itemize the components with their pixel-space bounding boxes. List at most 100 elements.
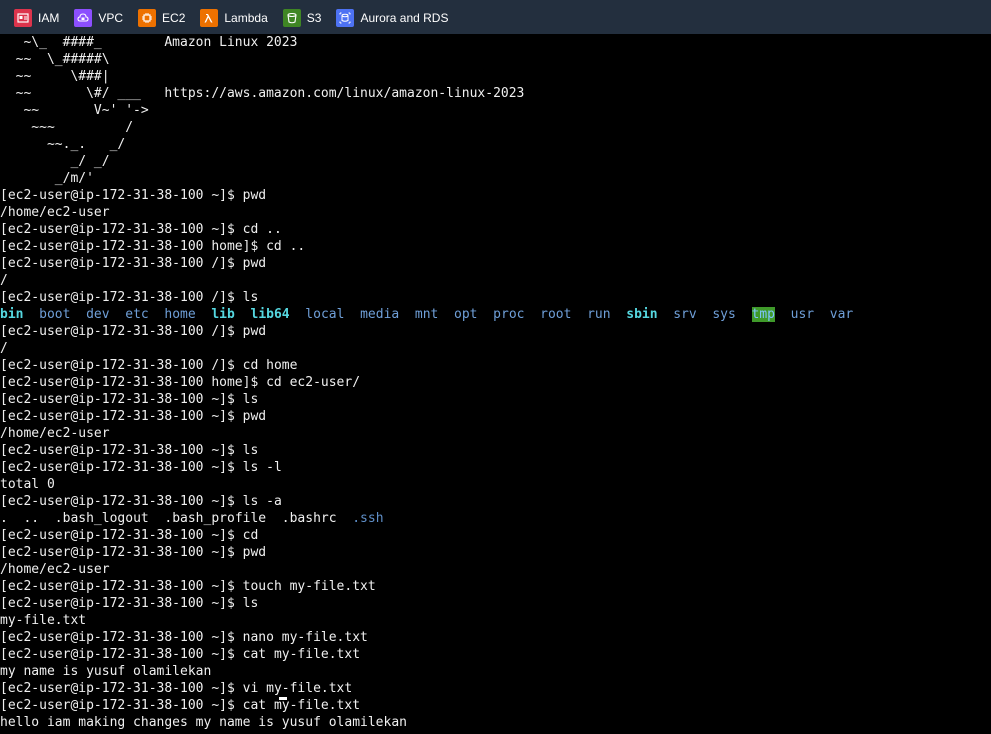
shell-prompt: [ec2-user@ip-172-31-38-100 ~]$ [0,460,243,475]
file-entry: .bashrc [281,511,337,526]
command-text: ls [242,290,259,305]
directory-entry-dev: dev [86,307,110,322]
banner-text: ~\_ ####_ Amazon Linux 2023 [0,35,298,50]
favorite-label: VPC [98,11,124,25]
command-line: [ec2-user@ip-172-31-38-100 ~]$ touch my-… [0,578,376,595]
favorite-label: IAM [38,11,60,25]
banner-text: ~~~ / [0,120,134,135]
command-text: ls -a [242,494,282,509]
output-text: my-file.txt [0,613,87,628]
directory-entry-proc: proc [493,307,525,322]
motd-banner-line: ~~._. _/ [0,136,125,153]
favorite-aurora-rds[interactable]: Aurora and RDS [336,9,448,27]
file-entry: .bash_logout [54,511,149,526]
command-text: pwd [242,324,267,339]
ls-output-line: . .. .bash_logout .bash_profile .bashrc … [0,510,384,527]
command-text: touch my-file.txt [242,579,376,594]
favorite-lambda[interactable]: Lambda [200,9,268,27]
directory-entry-etc: etc [125,307,149,322]
command-text: cd .. [266,239,306,254]
output-text: hello iam making changes my name is yusu… [0,715,407,730]
banner-text: ~~ \###| [0,69,110,84]
iam-icon [14,9,32,27]
command-text: ls [242,596,259,611]
output-text: /home/ec2-user [0,562,110,577]
directory-entry-srv: srv [673,307,697,322]
favorite-ec2[interactable]: EC2 [138,9,185,27]
shell-prompt: [ec2-user@ip-172-31-38-100 /]$ [0,290,243,305]
favorite-label: Lambda [224,11,268,25]
directory-entry-bin: bin [0,307,24,322]
favorite-s3[interactable]: S3 [282,9,321,27]
shell-prompt: [ec2-user@ip-172-31-38-100 ~]$ [0,409,243,424]
command-text: cd ec2-user/ [266,375,361,390]
file-entry: .ssh [352,511,384,526]
command-text: ls -l [242,460,282,475]
shell-prompt: [ec2-user@ip-172-31-38-100 ~]$ [0,647,243,662]
motd-banner-line: ~~ \###| [0,68,110,85]
s3-icon [282,9,301,27]
shell-prompt: [ec2-user@ip-172-31-38-100 ~]$ [0,579,243,594]
command-line: [ec2-user@ip-172-31-38-100 /]$ cd home [0,357,297,374]
shell-prompt: [ec2-user@ip-172-31-38-100 ~]$ [0,596,243,611]
directory-entry-sbin: sbin [626,307,658,322]
command-line: [ec2-user@ip-172-31-38-100 /]$ pwd [0,255,266,272]
banner-text: _/ _/ [0,154,110,169]
directory-entry-home: home [164,307,196,322]
shell-prompt: [ec2-user@ip-172-31-38-100 ~]$ [0,222,243,237]
command-line: [ec2-user@ip-172-31-38-100 ~]$ cat my-fi… [0,646,360,663]
banner-text: ~~ \_#####\ [0,52,110,67]
output-text: / [0,341,8,356]
directory-entry-sys: sys [712,307,736,322]
directory-entry-usr: usr [790,307,815,322]
shell-prompt: [ec2-user@ip-172-31-38-100 /]$ [0,324,243,339]
command-line: [ec2-user@ip-172-31-38-100 ~]$ pwd [0,187,266,204]
output-line: / [0,272,8,289]
command-text: cd [242,528,259,543]
shell-prompt: [ec2-user@ip-172-31-38-100 ~]$ [0,698,243,713]
shell-prompt: [ec2-user@ip-172-31-38-100 ~]$ [0,188,243,203]
vpc-icon [74,9,93,27]
directory-entry-media: media [360,307,400,322]
banner-text: ~~._. _/ [0,137,126,152]
motd-banner-line: ~~ V~' '-> [0,102,148,119]
shell-prompt: [ec2-user@ip-172-31-38-100 ~]$ [0,681,243,696]
motd-banner-line: ~~ \_#####\ [0,51,110,68]
output-text: /home/ec2-user [0,426,110,441]
shell-prompt: [ec2-user@ip-172-31-38-100 home]$ [0,375,267,390]
shell-prompt: [ec2-user@ip-172-31-38-100 /]$ [0,256,243,271]
command-text: ls [242,443,259,458]
aws-cloudshell-window: IAM VPC EC2 Lambda S3 Aurora and RDS ~\_… [0,0,991,734]
terminal-cursor [279,697,287,700]
motd-banner-line: ~~~ / [0,119,133,136]
output-line: /home/ec2-user [0,561,110,578]
shell-prompt: [ec2-user@ip-172-31-38-100 home]$ [0,239,267,254]
output-text: / [0,273,8,288]
command-line: [ec2-user@ip-172-31-38-100 ~]$ ls -l [0,459,282,476]
command-line: [ec2-user@ip-172-31-38-100 home]$ cd .. [0,238,305,255]
output-text: my name is yusuf olamilekan [0,664,212,679]
command-text: cat my-file.txt [242,698,361,713]
command-text: pwd [242,409,267,424]
shell-prompt: [ec2-user@ip-172-31-38-100 ~]$ [0,630,243,645]
output-line: hello iam making changes my name is yusu… [0,714,407,731]
command-text: vi my-file.txt [242,681,353,696]
favorite-label: EC2 [162,11,186,25]
command-text: pwd [242,545,267,560]
output-line: /home/ec2-user [0,204,110,221]
favorite-vpc[interactable]: VPC [74,9,123,27]
motd-banner-line: _/ _/ [0,153,110,170]
favorite-iam[interactable]: IAM [14,9,59,27]
directory-entry-mnt: mnt [414,307,439,322]
shell-prompt: [ec2-user@ip-172-31-38-100 ~]$ [0,392,243,407]
command-line: [ec2-user@ip-172-31-38-100 ~]$ ls [0,595,258,612]
directory-entry-opt: opt [454,307,478,322]
ls-output-line: bin boot dev etc home lib lib64 local me… [0,306,853,323]
command-line: [ec2-user@ip-172-31-38-100 ~]$ cd [0,527,258,544]
command-text: pwd [242,256,267,271]
terminal-output[interactable]: ~\_ ####_ Amazon Linux 2023 ~~ \_#####\ … [0,34,991,734]
command-text: nano my-file.txt [242,630,368,645]
output-line: /home/ec2-user [0,425,110,442]
output-line: total 0 [0,476,55,493]
command-text: cat my-file.txt [242,647,361,662]
